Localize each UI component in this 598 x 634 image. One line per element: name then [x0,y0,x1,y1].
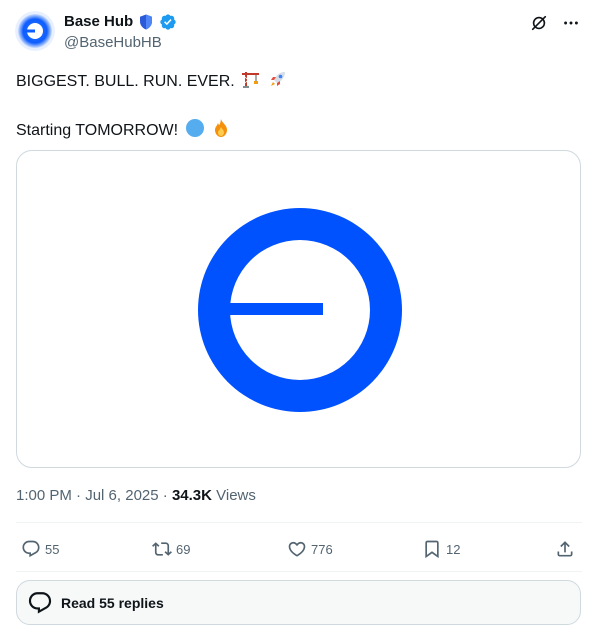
fire-emoji-icon [211,118,231,144]
verified-badge-icon[interactable] [159,13,177,31]
tweet-text-1: BIGGEST. BULL. RUN. EVER. [16,73,235,90]
action-bar: 55 69 776 12 [16,534,582,564]
crane-emoji-icon [241,69,261,95]
views-label: Views [211,487,256,504]
tweet-media-image[interactable] [16,150,581,468]
avatar-logo-icon [15,11,55,51]
repost-count: 69 [176,541,191,557]
reply-button[interactable]: 55 [21,534,59,564]
author-display-name[interactable]: Base Hub [64,13,133,31]
share-button[interactable] [555,534,575,564]
base-logo-icon [198,208,402,412]
share-icon [557,541,573,557]
bookmark-count: 12 [446,541,461,557]
avatar[interactable] [15,11,55,51]
like-icon [288,541,306,557]
like-button[interactable]: 776 [287,534,333,564]
tweet-time[interactable]: 1:00 PM [16,487,72,504]
repost-button[interactable]: 69 [152,534,190,564]
divider [16,522,582,523]
like-count: 776 [311,541,333,557]
tweet-meta: 1:00 PM · Jul 6, 2025 · 34.3K Views [16,487,256,505]
repost-icon [152,542,172,556]
more-icon[interactable] [560,12,582,34]
tweet-text-line-1: BIGGEST. BULL. RUN. EVER. [16,69,288,95]
author-name-row: Base Hub [64,13,177,31]
grok-icon[interactable] [528,12,550,34]
speech-bubble-icon [28,591,52,614]
tweet-card: Base Hub @BaseHubHB BIGGEST. BULL. RUN. … [0,0,598,634]
tweet-text-line-2: Starting TOMORROW! [16,118,231,144]
tweet-text-2: Starting TOMORROW! [16,122,179,139]
bookmark-icon [425,540,439,559]
meta-separator: · [71,487,86,504]
read-replies-label: Read 55 replies [61,594,164,611]
author-handle[interactable]: @BaseHubHB [64,34,162,52]
blue-circle-emoji-icon [185,118,205,144]
bookmark-button[interactable]: 12 [422,534,460,564]
views-count: 34.3K [171,487,212,504]
top-right-controls [528,12,582,34]
meta-separator: · [158,487,172,504]
reply-count: 55 [45,541,60,557]
divider [16,571,582,572]
rocket-emoji-icon [268,69,288,95]
read-replies-button[interactable]: Read 55 replies [16,580,581,625]
reply-icon [22,540,40,558]
tweet-date[interactable]: Jul 6, 2025 [85,487,158,504]
shield-badge-icon [137,13,155,31]
